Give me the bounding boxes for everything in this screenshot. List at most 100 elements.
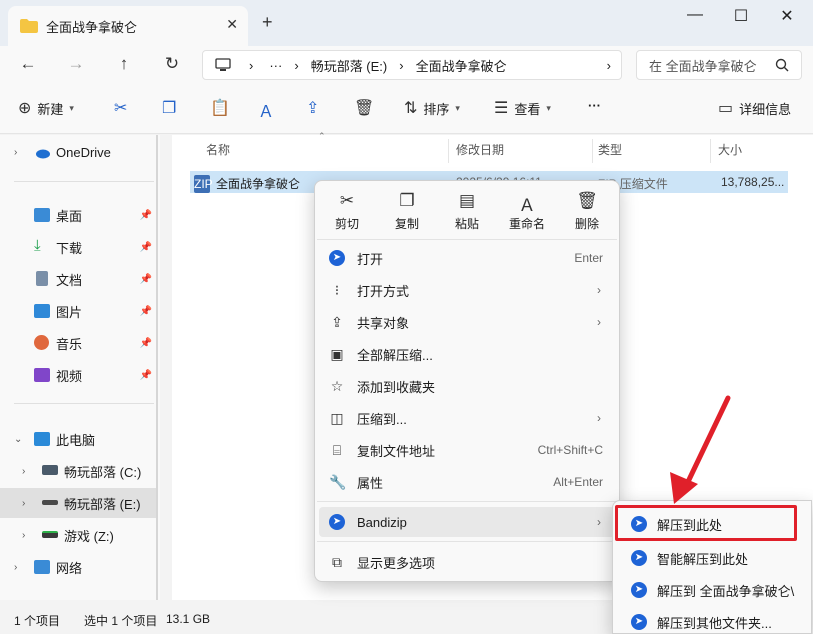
sort-label: 排序 — [423, 101, 450, 117]
action-label: 剪切 — [334, 217, 359, 231]
menu-item-label: 打开 — [357, 251, 384, 267]
copy-action[interactable]: ❐ 复制 — [377, 191, 437, 232]
chevron-right-icon: › — [597, 283, 601, 297]
menu-item-label: 属性 — [357, 475, 384, 491]
menu-item-properties[interactable]: 🔧 属性 Alt+Enter — [319, 467, 617, 497]
sidebar-item-label: 网络 — [56, 560, 83, 576]
search-icon — [775, 58, 789, 72]
sidebar-item-drive-c[interactable]: › 畅玩部落 (C:) — [0, 456, 158, 486]
search-input[interactable]: 在 全面战争拿破仑 — [636, 50, 802, 80]
sidebar-item-label: 桌面 — [56, 208, 83, 224]
divider — [317, 541, 617, 542]
chevron-down-icon: ▾ — [546, 102, 551, 113]
tab-close-icon[interactable]: ✕ — [226, 16, 238, 33]
breadcrumb-folder[interactable]: 全面战争拿破仑 — [416, 56, 507, 75]
sidebar-item-label: 文档 — [56, 272, 83, 288]
column-divider[interactable] — [592, 139, 593, 163]
shortcut-label: Enter — [574, 251, 603, 265]
paste-action[interactable]: ▤ 粘贴 — [437, 191, 497, 232]
sidebar-item-videos[interactable]: 视频 📌 — [0, 360, 158, 390]
sidebar-item-this-pc[interactable]: ⌄ 此电脑 — [0, 424, 158, 454]
sidebar-item-music[interactable]: 音乐 📌 — [0, 328, 158, 358]
view-button[interactable]: ☰ 查看 ▾ — [494, 98, 551, 118]
new-tab-button[interactable]: + — [262, 12, 273, 33]
maximize-button[interactable]: ☐ — [718, 6, 764, 26]
sidebar-item-downloads[interactable]: ⤓ 下载 📌 — [0, 232, 158, 262]
back-button[interactable]: ← — [16, 54, 40, 76]
action-label: 删除 — [574, 217, 599, 231]
more-button[interactable]: ··· — [588, 98, 601, 113]
refresh-button[interactable]: ↻ — [160, 54, 184, 76]
sidebar-scrollbar[interactable] — [156, 135, 158, 600]
menu-item-open[interactable]: ➤ 打开 Enter — [319, 243, 617, 273]
delete-action[interactable]: 🗑 删除 — [557, 191, 617, 232]
sidebar-item-onedrive[interactable]: › OneDrive — [0, 137, 158, 167]
address-bar[interactable]: › ··· › 畅玩部落 (E:) › 全面战争拿破仑 › — [202, 50, 622, 80]
column-divider[interactable] — [710, 139, 711, 163]
menu-item-open-with[interactable]: ⁝ 打开方式 › — [319, 275, 617, 305]
pin-icon: 📌 — [139, 273, 152, 285]
sidebar-item-drive-e[interactable]: › 畅玩部落 (E:) — [0, 488, 158, 518]
column-header-modified[interactable]: 修改日期 — [456, 135, 504, 163]
paste-button[interactable]: 📋 — [210, 98, 236, 118]
sort-button[interactable]: ⇅ 排序 ▾ — [404, 98, 460, 118]
bandizip-icon: ➤ — [329, 250, 345, 266]
menu-item-extract-all[interactable]: ▣ 全部解压缩... — [319, 339, 617, 369]
share-button[interactable]: ⇪ — [306, 98, 325, 118]
menu-item-label: 全部解压缩... — [357, 347, 433, 363]
submenu-item-smart-extract[interactable]: ➤ 智能解压到此处 — [617, 543, 811, 573]
close-window-button[interactable]: ✕ — [764, 6, 810, 26]
chevron-right-icon: › — [14, 146, 18, 158]
sidebar-item-label: 下载 — [56, 240, 83, 256]
sidebar-item-label: 畅玩部落 (E:) — [64, 496, 141, 512]
divider — [317, 501, 617, 502]
submenu-item-extract-to-folder[interactable]: ➤ 解压到 全面战争拿破仑\ — [617, 575, 811, 605]
up-button[interactable]: ↑ — [112, 54, 136, 76]
minimize-button[interactable]: — — [672, 6, 718, 24]
delete-icon: 🗑 — [576, 191, 598, 210]
details-label: 详细信息 — [739, 101, 792, 117]
menu-item-share[interactable]: ⇪ 共享对象 › — [319, 307, 617, 337]
sidebar-item-documents[interactable]: 文档 📌 — [0, 264, 158, 294]
sidebar-item-pictures[interactable]: 图片 📌 — [0, 296, 158, 326]
column-label: 大小 — [718, 142, 743, 157]
breadcrumb-more[interactable]: ··· — [269, 58, 282, 73]
rename-icon: Ａ — [518, 196, 536, 215]
submenu-item-extract-other[interactable]: ➤ 解压到其他文件夹... — [617, 607, 811, 634]
menu-item-more-options[interactable]: ⧉ 显示更多选项 — [319, 547, 617, 577]
new-button[interactable]: ⊕ 新建 ▾ — [18, 98, 74, 118]
chevron-right-icon: › — [597, 515, 601, 529]
menu-item-copy-path[interactable]: ⌸ 复制文件地址 Ctrl+Shift+C — [319, 435, 617, 465]
column-header-size[interactable]: 大小 — [718, 135, 742, 163]
sidebar-item-network[interactable]: › 网络 — [0, 552, 158, 582]
rename-action[interactable]: Ａ 重命名 — [497, 191, 557, 232]
sidebar-item-label: 视频 — [56, 368, 83, 384]
chevron-right-icon: › — [597, 315, 601, 329]
copy-button[interactable]: ❐ — [162, 98, 182, 118]
music-icon — [34, 335, 49, 350]
status-size: 13.1 GB — [166, 612, 211, 626]
column-divider[interactable] — [448, 139, 449, 163]
delete-button[interactable]: 🗑 — [354, 98, 380, 118]
column-header-name[interactable]: 名称 — [206, 135, 230, 163]
cut-action[interactable]: ✂ 剪切 — [317, 191, 377, 232]
share-icon: ⇪ — [331, 314, 343, 330]
folder-icon — [20, 19, 38, 33]
forward-button[interactable]: → — [64, 54, 88, 76]
menu-item-bandizip[interactable]: ➤ Bandizip › — [319, 507, 617, 537]
action-label: 复制 — [394, 217, 419, 231]
rename-button[interactable]: Ａ — [258, 98, 280, 122]
status-item-count: 1 个项目 — [14, 614, 61, 628]
tab-current[interactable]: 全面战争拿破仑 ✕ — [8, 6, 248, 46]
sidebar-item-drive-z[interactable]: › 游戏 (Z:) — [0, 520, 158, 550]
breadcrumb-drive[interactable]: 畅玩部落 (E:) — [311, 56, 388, 75]
column-label: 名称 — [206, 142, 231, 157]
cut-button[interactable]: ✂ — [114, 98, 133, 118]
menu-item-compress-to[interactable]: ◫ 压缩到... › — [319, 403, 617, 433]
menu-item-favorites[interactable]: ☆ 添加到收藏夹 — [319, 371, 617, 401]
sidebar-item-desktop[interactable]: 桌面 📌 — [0, 200, 158, 230]
details-pane-button[interactable]: ▭ 详细信息 — [718, 98, 791, 118]
sidebar-item-label: 图片 — [56, 304, 83, 320]
column-header-type[interactable]: 类型 — [598, 135, 622, 163]
pin-icon: 📌 — [139, 305, 152, 317]
